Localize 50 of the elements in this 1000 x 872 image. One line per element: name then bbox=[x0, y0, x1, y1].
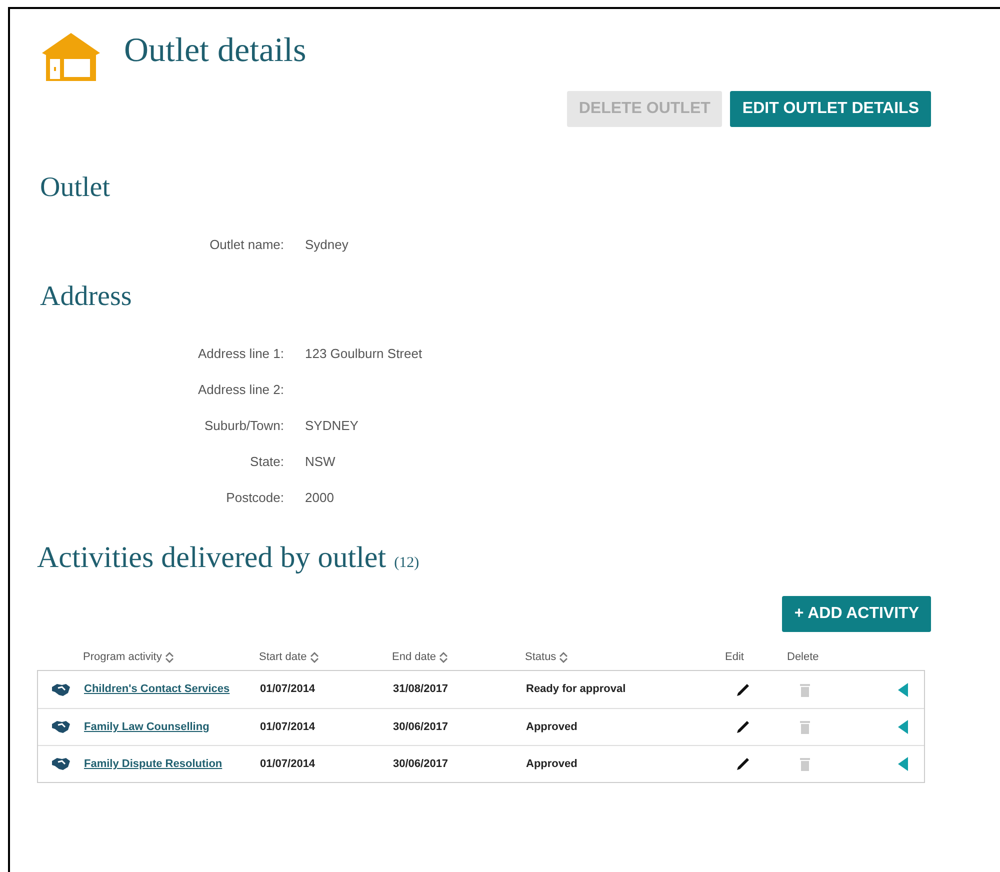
edit-outlet-button[interactable]: EDIT OUTLET DETAILS bbox=[730, 91, 931, 127]
table-cell-text: 01/07/2014 bbox=[260, 682, 316, 698]
sort-icon[interactable] bbox=[559, 652, 568, 662]
handshake-icon bbox=[51, 682, 71, 696]
pencil-icon[interactable] bbox=[736, 757, 750, 771]
column-header[interactable]: Status bbox=[525, 648, 568, 666]
section-heading: Address bbox=[40, 280, 133, 314]
expand-arrow-icon[interactable] bbox=[898, 682, 908, 696]
field-label: Address line 2: bbox=[197, 380, 284, 399]
field-value: NSW bbox=[305, 452, 336, 471]
expand-arrow-icon[interactable] bbox=[898, 720, 908, 734]
column-header[interactable]: Start date bbox=[259, 648, 319, 666]
field-label: State: bbox=[249, 452, 284, 471]
table-cell-text: 01/07/2014 bbox=[260, 720, 316, 735]
table-cell-text: 30/06/2017 bbox=[393, 720, 450, 735]
field-label: Postcode: bbox=[225, 488, 284, 507]
sort-icon[interactable] bbox=[164, 652, 174, 662]
activity-count: (12) bbox=[394, 554, 420, 573]
field-value: SYDNEY bbox=[305, 416, 358, 435]
pencil-icon[interactable] bbox=[736, 720, 750, 734]
column-header[interactable]: End date bbox=[392, 648, 448, 666]
table-cell-text: Approved bbox=[526, 720, 578, 735]
activity-link[interactable]: Family Law Counselling bbox=[84, 720, 210, 733]
field-label: Address line 1: bbox=[197, 344, 284, 363]
add-activity-button[interactable]: + ADD ACTIVITY bbox=[782, 596, 931, 632]
field-label: Suburb/Town: bbox=[204, 416, 284, 435]
expand-arrow-icon[interactable] bbox=[898, 757, 908, 771]
column-header[interactable]: Program activity bbox=[83, 648, 174, 666]
table-cell-text: 01/07/2014 bbox=[260, 756, 316, 772]
sort-icon[interactable] bbox=[310, 652, 319, 662]
handshake-icon bbox=[51, 720, 71, 734]
field-label: Outlet name: bbox=[208, 236, 284, 254]
field-value: 2000 bbox=[305, 488, 334, 507]
pencil-icon[interactable] bbox=[736, 682, 750, 696]
section-heading: Outlet bbox=[40, 171, 111, 205]
activity-link[interactable]: Family Dispute Resolution bbox=[84, 758, 222, 770]
table-cell-text: 31/08/2017 bbox=[393, 682, 450, 698]
column-header: Edit bbox=[725, 650, 744, 665]
sort-icon[interactable] bbox=[439, 652, 448, 662]
table-cell-text: 30/06/2017 bbox=[393, 756, 450, 772]
table-cell-text: Ready for approval bbox=[526, 682, 627, 698]
activity-link[interactable]: Children's Contact Services bbox=[84, 683, 230, 696]
table-cell-text: Approved bbox=[526, 756, 578, 772]
house-icon bbox=[40, 31, 102, 81]
field-value: 123 Goulburn Street bbox=[305, 344, 422, 363]
field-value: Sydney bbox=[305, 236, 348, 254]
handshake-icon bbox=[51, 757, 71, 771]
section-heading: Activities delivered by outlet bbox=[37, 540, 386, 576]
column-header: Delete bbox=[787, 650, 819, 665]
page-title: Outlet details bbox=[124, 30, 306, 70]
